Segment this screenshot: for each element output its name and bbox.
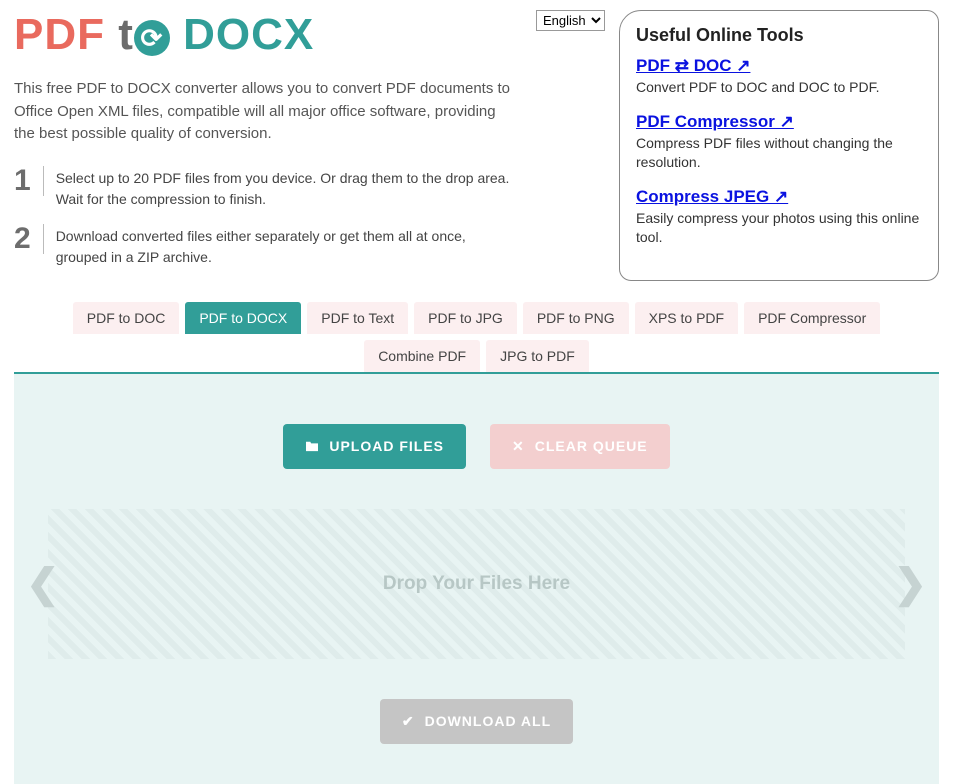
dropzone[interactable]: ❮ Drop Your Files Here ❯ bbox=[48, 509, 905, 659]
tab-pdf-to-jpg[interactable]: PDF to JPG bbox=[414, 302, 517, 334]
tool-item: PDF ⇄ DOC ↗ Convert PDF to DOC and DOC t… bbox=[636, 56, 922, 98]
useful-tools-panel: Useful Online Tools PDF ⇄ DOC ↗ Convert … bbox=[619, 10, 939, 281]
next-arrow[interactable]: ❯ bbox=[887, 561, 933, 607]
language-select[interactable]: English bbox=[536, 10, 605, 31]
steps-list: 1 Select up to 20 PDF files from you dev… bbox=[14, 166, 516, 268]
tab-pdf-to-docx[interactable]: PDF to DOCX bbox=[185, 302, 301, 334]
tool-desc: Compress PDF files without changing the … bbox=[636, 134, 922, 173]
step-number: 1 bbox=[14, 166, 44, 196]
language-selector[interactable]: English bbox=[536, 10, 605, 31]
tab-jpg-to-pdf[interactable]: JPG to PDF bbox=[486, 340, 589, 372]
tab-pdf-to-text[interactable]: PDF to Text bbox=[307, 302, 408, 334]
refresh-icon: ⟳ bbox=[134, 20, 170, 56]
tool-desc: Easily compress your photos using this o… bbox=[636, 209, 922, 248]
main-panel: UPLOAD FILES ✕ CLEAR QUEUE ❮ Drop Your F… bbox=[14, 372, 939, 784]
tool-link-pdf-compressor[interactable]: PDF Compressor ↗ bbox=[636, 112, 794, 131]
tool-item: PDF Compressor ↗ Compress PDF files with… bbox=[636, 112, 922, 173]
description: This free PDF to DOCX converter allows y… bbox=[14, 78, 516, 146]
tab-pdf-to-doc[interactable]: PDF to DOC bbox=[73, 302, 180, 334]
download-all-button[interactable]: ✔ DOWNLOAD ALL bbox=[380, 699, 573, 744]
tab-combine-pdf[interactable]: Combine PDF bbox=[364, 340, 480, 372]
logo-part-docx: DOCX bbox=[183, 10, 314, 59]
logo: PDF t⟳ DOCX bbox=[14, 10, 516, 60]
upload-files-button[interactable]: UPLOAD FILES bbox=[283, 424, 466, 469]
tool-desc: Convert PDF to DOC and DOC to PDF. bbox=[636, 78, 922, 98]
step-item: 1 Select up to 20 PDF files from you dev… bbox=[14, 166, 516, 210]
clear-queue-button[interactable]: ✕ CLEAR QUEUE bbox=[490, 424, 670, 469]
step-number: 2 bbox=[14, 224, 44, 254]
tab-xps-to-pdf[interactable]: XPS to PDF bbox=[635, 302, 738, 334]
logo-part-pdf: PDF bbox=[14, 10, 105, 59]
tool-link-pdf-doc[interactable]: PDF ⇄ DOC ↗ bbox=[636, 56, 750, 75]
dropzone-message: Drop Your Files Here bbox=[383, 573, 570, 595]
sidebar-title: Useful Online Tools bbox=[636, 25, 922, 46]
tab-pdf-to-png[interactable]: PDF to PNG bbox=[523, 302, 629, 334]
step-item: 2 Download converted files either separa… bbox=[14, 224, 516, 268]
tool-link-compress-jpeg[interactable]: Compress JPEG ↗ bbox=[636, 187, 788, 206]
close-icon: ✕ bbox=[512, 438, 525, 455]
prev-arrow[interactable]: ❮ bbox=[20, 561, 66, 607]
tool-item: Compress JPEG ↗ Easily compress your pho… bbox=[636, 187, 922, 248]
step-text: Select up to 20 PDF files from you devic… bbox=[56, 166, 516, 210]
tabs-bar: PDF to DOC PDF to DOCX PDF to Text PDF t… bbox=[14, 302, 939, 372]
logo-part-to: t⟳ bbox=[118, 10, 170, 59]
check-icon: ✔ bbox=[402, 713, 415, 730]
folder-icon bbox=[305, 440, 319, 452]
tab-pdf-compressor[interactable]: PDF Compressor bbox=[744, 302, 880, 334]
step-text: Download converted files either separate… bbox=[56, 224, 516, 268]
